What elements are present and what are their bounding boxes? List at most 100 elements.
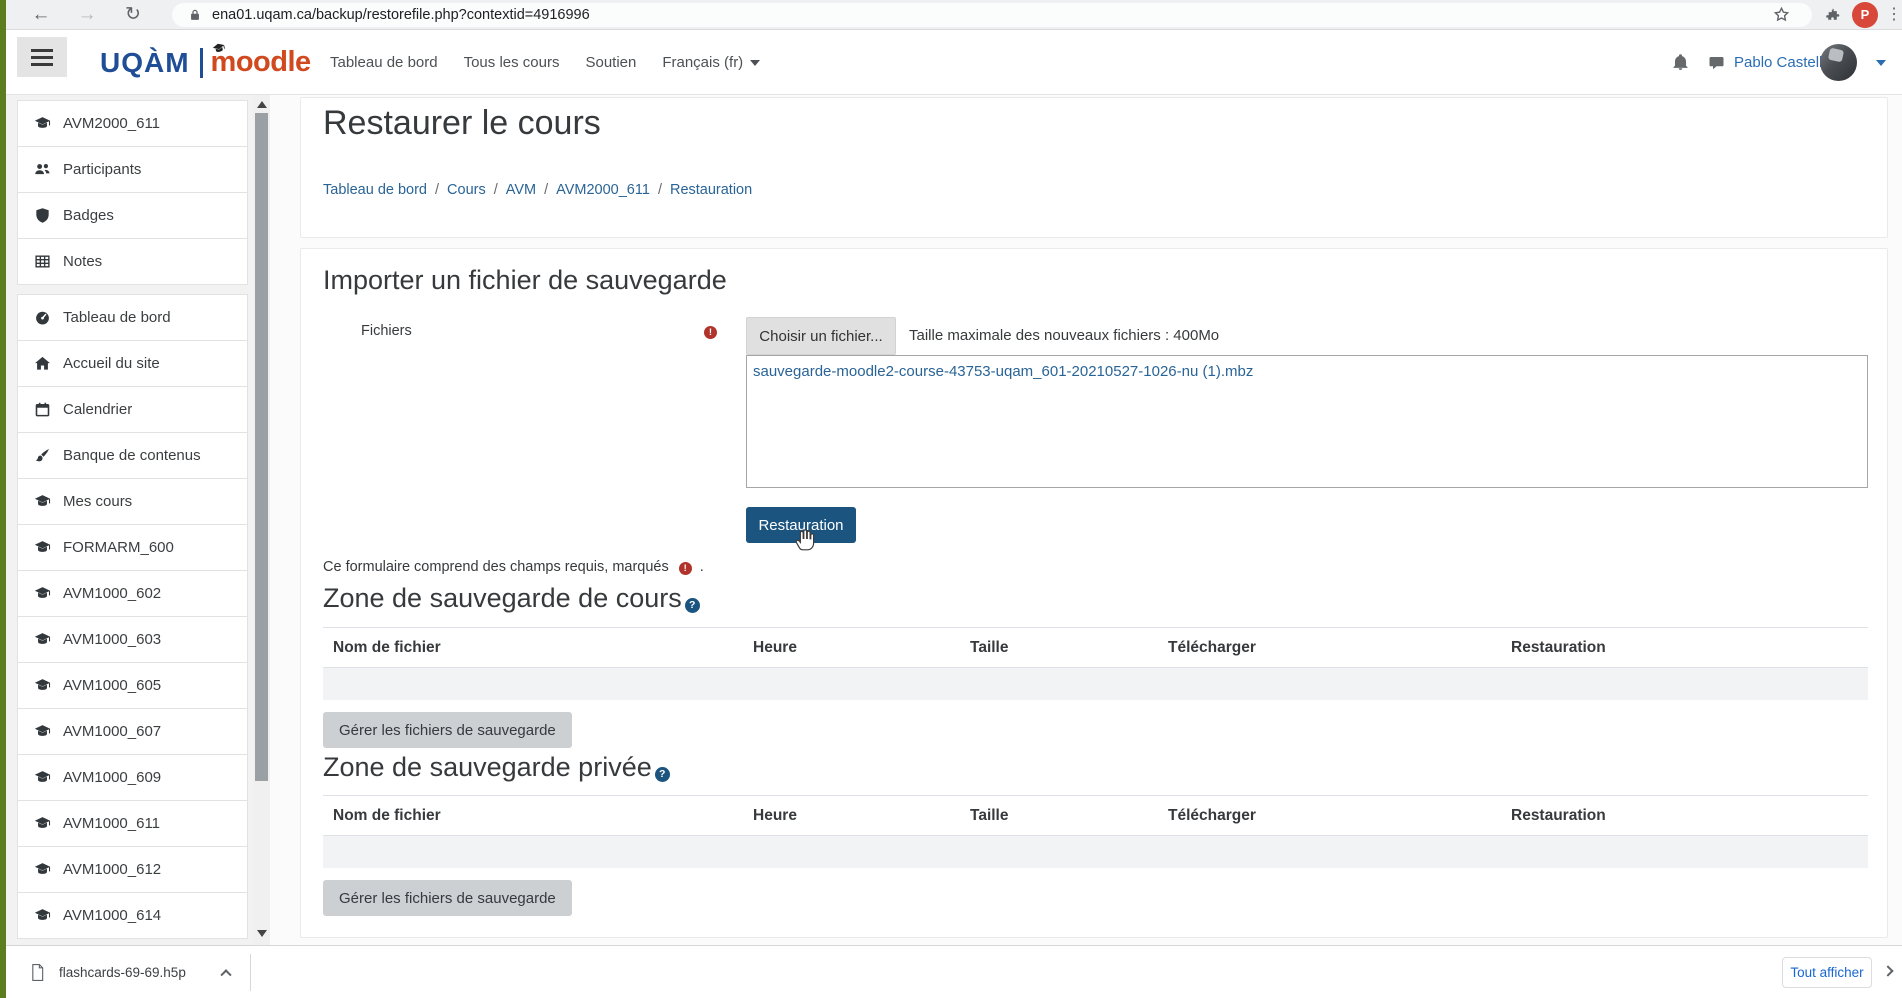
course-zone-heading: Zone de sauvegarde de cours? xyxy=(323,583,700,614)
breadcrumb: Tableau de bord/Cours/AVM/AVM2000_611/Re… xyxy=(323,182,752,198)
graduation-cap-icon xyxy=(34,115,51,132)
import-section-heading: Importer un fichier de sauvegarde xyxy=(323,265,727,296)
language-menu[interactable]: Français (fr) xyxy=(662,54,760,71)
extensions-puzzle-icon[interactable] xyxy=(1826,7,1842,23)
site-logo[interactable]: UQÀM moodle xyxy=(100,30,311,95)
sidebar-item-badges[interactable]: Badges xyxy=(17,192,248,239)
sidebar-item-course-avm1000-612[interactable]: AVM1000_612 xyxy=(17,846,248,893)
page-title: Restaurer le cours xyxy=(323,104,601,143)
column-download: Télécharger xyxy=(1158,628,1501,668)
manage-backup-files-button[interactable]: Gérer les fichiers de sauvegarde xyxy=(323,880,572,916)
browser-profile-avatar[interactable]: P xyxy=(1852,2,1878,28)
user-avatar[interactable] xyxy=(1820,44,1857,81)
sidebar-item-course-avm1000-605[interactable]: AVM1000_605 xyxy=(17,662,248,709)
help-icon[interactable]: ? xyxy=(655,767,670,782)
private-zone-heading: Zone de sauvegarde privée? xyxy=(323,752,670,783)
column-time: Heure xyxy=(743,628,960,668)
browser-menu-icon[interactable]: ⋮ xyxy=(1886,0,1900,30)
downloads-bar: flashcards-69-69.h5p Tout afficher xyxy=(0,945,1902,998)
column-restore: Restauration xyxy=(1501,796,1868,836)
chevron-right-icon[interactable] xyxy=(1882,965,1893,976)
browser-forward-button[interactable]: → xyxy=(74,0,100,30)
empty-table-row xyxy=(323,668,1868,700)
nav-drawer: AVM2000_611 Participants Badges Notes Ta… xyxy=(6,95,253,945)
scrollbar-down-arrow-icon[interactable] xyxy=(257,930,267,937)
downloaded-file-chip[interactable]: flashcards-69-69.h5p xyxy=(18,952,242,992)
graduation-cap-icon xyxy=(34,539,51,556)
sidebar-item-participants[interactable]: Participants xyxy=(17,146,248,193)
messages-chat-icon[interactable] xyxy=(1708,55,1725,71)
sidebar-item-calendar[interactable]: Calendrier xyxy=(17,386,248,433)
sidebar-item-course-formarm-600[interactable]: FORMARM_600 xyxy=(17,524,248,571)
sidebar-item-course-avm1000-607[interactable]: AVM1000_607 xyxy=(17,708,248,755)
paintbrush-icon xyxy=(34,447,51,464)
sidebar-item-course-avm1000-609[interactable]: AVM1000_609 xyxy=(17,754,248,801)
navbar-link-all-courses[interactable]: Tous les cours xyxy=(464,54,560,71)
graduation-cap-icon xyxy=(34,815,51,832)
column-download: Télécharger xyxy=(1158,796,1501,836)
sidebar-item-notes[interactable]: Notes xyxy=(17,238,248,285)
navbar-links: Tableau de bord Tous les cours Soutien F… xyxy=(330,30,760,95)
calendar-icon xyxy=(34,401,51,418)
sidebar-item-course-avm1000-602[interactable]: AVM1000_602 xyxy=(17,570,248,617)
url-text[interactable]: ena01.uqam.ca/backup/restorefile.php?con… xyxy=(212,3,590,27)
gauge-icon xyxy=(34,309,51,326)
breadcrumb-restore[interactable]: Restauration xyxy=(670,182,752,198)
user-menu-caret-icon[interactable] xyxy=(1876,60,1886,66)
breadcrumb-courses[interactable]: Cours xyxy=(447,182,486,198)
scrollbar-up-arrow-icon[interactable] xyxy=(257,101,267,108)
column-size: Taille xyxy=(960,796,1158,836)
show-all-downloads-button[interactable]: Tout afficher xyxy=(1782,957,1872,988)
grid-table-icon xyxy=(34,253,51,270)
page-header-card: Restaurer le cours Tableau de bord / Cours… xyxy=(300,97,1888,238)
page-scrollbar[interactable] xyxy=(253,95,270,945)
required-field-icon: ! xyxy=(679,562,692,575)
graduation-cap-icon xyxy=(34,723,51,740)
downloaded-file-name: flashcards-69-69.h5p xyxy=(59,965,186,980)
manage-backup-files-button[interactable]: Gérer les fichiers de sauvegarde xyxy=(323,712,572,748)
file-drop-area[interactable]: sauvegarde-moodle2-course-43753-uqam_601… xyxy=(746,355,1868,488)
sidebar-item-course-avm2000-611[interactable]: AVM2000_611 xyxy=(17,100,248,147)
browser-back-button[interactable]: ← xyxy=(28,0,54,30)
navbar-link-dashboard[interactable]: Tableau de bord xyxy=(330,54,438,71)
notifications-bell-icon[interactable] xyxy=(1672,54,1689,71)
downloads-divider xyxy=(250,954,251,991)
required-field-icon: ! xyxy=(704,326,717,339)
column-filename: Nom de fichier xyxy=(323,796,743,836)
chevron-up-icon[interactable] xyxy=(220,969,231,980)
sidebar-item-course-avm1000-611[interactable]: AVM1000_611 xyxy=(17,800,248,847)
sidebar-item-dashboard[interactable]: Tableau de bord xyxy=(17,294,248,341)
sidebar-item-course-avm1000-614[interactable]: AVM1000_614 xyxy=(17,892,248,939)
sidebar-item-site-home[interactable]: Accueil du site xyxy=(17,340,248,387)
hamburger-menu-button[interactable] xyxy=(17,37,67,77)
sidebar-item-my-courses[interactable]: Mes cours xyxy=(17,478,248,525)
table-header-row: Nom de fichier Heure Taille Télécharger … xyxy=(323,628,1868,668)
max-file-size-text: Taille maximale des nouveaux fichiers : … xyxy=(909,327,1219,344)
language-menu-label: Français (fr) xyxy=(662,54,743,71)
home-icon xyxy=(34,355,51,372)
bookmark-star-icon[interactable] xyxy=(1773,6,1790,23)
breadcrumb-separator: / xyxy=(544,182,548,198)
private-zone-table: Nom de fichier Heure Taille Télécharger … xyxy=(323,795,1868,868)
graduation-cap-icon xyxy=(34,861,51,878)
browser-refresh-button[interactable]: ↻ xyxy=(120,0,146,30)
table-header-row: Nom de fichier Heure Taille Télécharger … xyxy=(323,796,1868,836)
breadcrumb-dashboard[interactable]: Tableau de bord xyxy=(323,182,427,198)
help-icon[interactable]: ? xyxy=(685,598,700,613)
scrollbar-thumb[interactable] xyxy=(255,113,268,781)
navbar-link-support[interactable]: Soutien xyxy=(585,54,636,71)
user-name-link[interactable]: Pablo Castell xyxy=(1734,30,1822,95)
choose-file-button[interactable]: Choisir un fichier... xyxy=(746,317,896,355)
address-bar[interactable]: ena01.uqam.ca/backup/restorefile.php?con… xyxy=(172,3,1812,27)
breadcrumb-course[interactable]: AVM2000_611 xyxy=(556,182,650,198)
files-field-label: Fichiers xyxy=(361,323,412,339)
graduation-cap-icon xyxy=(34,677,51,694)
empty-table-row xyxy=(323,836,1868,868)
selected-file-link[interactable]: sauvegarde-moodle2-course-43753-uqam_601… xyxy=(753,363,1253,380)
sidebar-item-content-bank[interactable]: Banque de contenus xyxy=(17,432,248,479)
screen-edge-strip xyxy=(0,0,6,998)
logo-divider xyxy=(200,48,203,78)
breadcrumb-avm[interactable]: AVM xyxy=(506,182,536,198)
shield-icon xyxy=(34,207,51,224)
sidebar-item-course-avm1000-603[interactable]: AVM1000_603 xyxy=(17,616,248,663)
